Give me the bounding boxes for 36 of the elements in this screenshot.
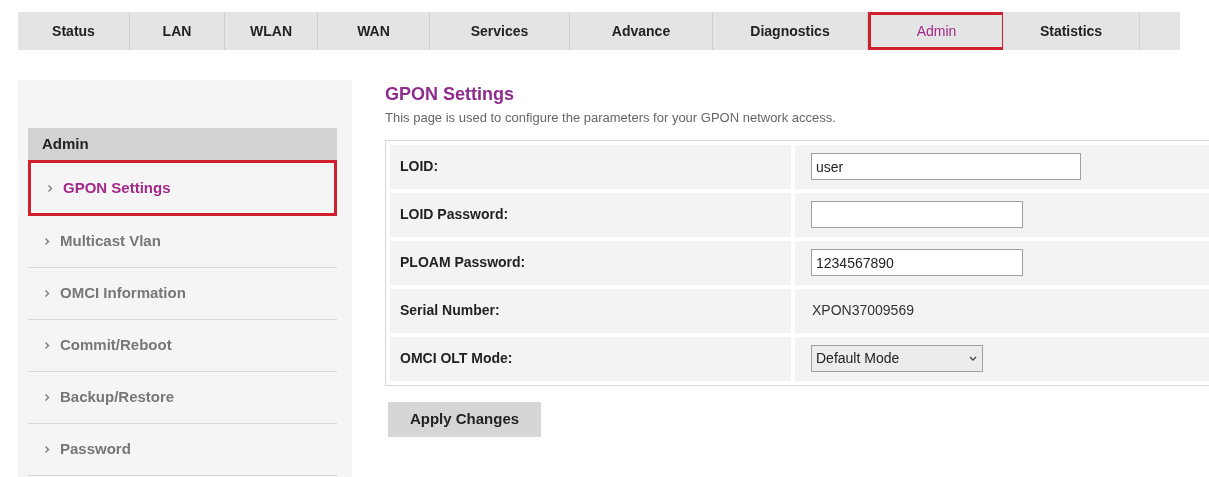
- text-field[interactable]: user: [811, 153, 1081, 180]
- page-description: This page is used to configure the parameters for your GPON network access.: [385, 109, 837, 127]
- chevron-right-icon: [44, 445, 50, 454]
- field-label: Serial Number:: [390, 288, 791, 333]
- serial-number-value: XPON37009569: [811, 301, 914, 320]
- sidebar-item[interactable]: OMCI Information: [28, 268, 337, 320]
- chevron-right-icon: [44, 289, 50, 298]
- field-label: LOID Password:: [390, 192, 791, 237]
- chevron-down-icon: [968, 355, 978, 362]
- chevron-right-icon: [44, 393, 50, 402]
- nav-tab[interactable]: WAN: [318, 12, 430, 50]
- chevron-right-icon: [44, 341, 50, 350]
- nav-tab[interactable]: WLAN: [225, 12, 318, 50]
- field-label: OMCI OLT Mode:: [390, 336, 791, 381]
- apply-changes-button[interactable]: Apply Changes: [388, 401, 541, 437]
- text-field[interactable]: [811, 201, 1023, 228]
- field-label: LOID:: [390, 144, 791, 189]
- sidebar-item[interactable]: Commit/Reboot: [28, 320, 337, 372]
- field-label: PLOAM Password:: [390, 240, 791, 285]
- page-title: GPON Settings: [385, 83, 515, 106]
- sidebar-item[interactable]: Backup/Restore: [28, 372, 337, 424]
- sidebar-item[interactable]: GPON Settings: [28, 160, 337, 216]
- nav-tab[interactable]: Advance: [570, 12, 713, 50]
- mode-select[interactable]: Default Mode: [811, 345, 983, 372]
- chevron-right-icon: [44, 237, 50, 246]
- text-field[interactable]: 1234567890: [811, 249, 1023, 276]
- nav-tab[interactable]: Status: [18, 12, 130, 50]
- nav-tab[interactable]: LAN: [130, 12, 225, 50]
- nav-tab[interactable]: Services: [430, 12, 570, 50]
- sidebar-item[interactable]: Multicast Vlan: [28, 216, 337, 268]
- nav-tab[interactable]: Statistics: [1003, 12, 1140, 50]
- chevron-right-icon: [47, 183, 53, 193]
- sidebar-item[interactable]: Password: [28, 424, 337, 476]
- sidebar-header: Admin: [28, 128, 337, 160]
- nav-tab[interactable]: Admin: [868, 12, 1003, 50]
- nav-tab[interactable]: Diagnostics: [713, 12, 868, 50]
